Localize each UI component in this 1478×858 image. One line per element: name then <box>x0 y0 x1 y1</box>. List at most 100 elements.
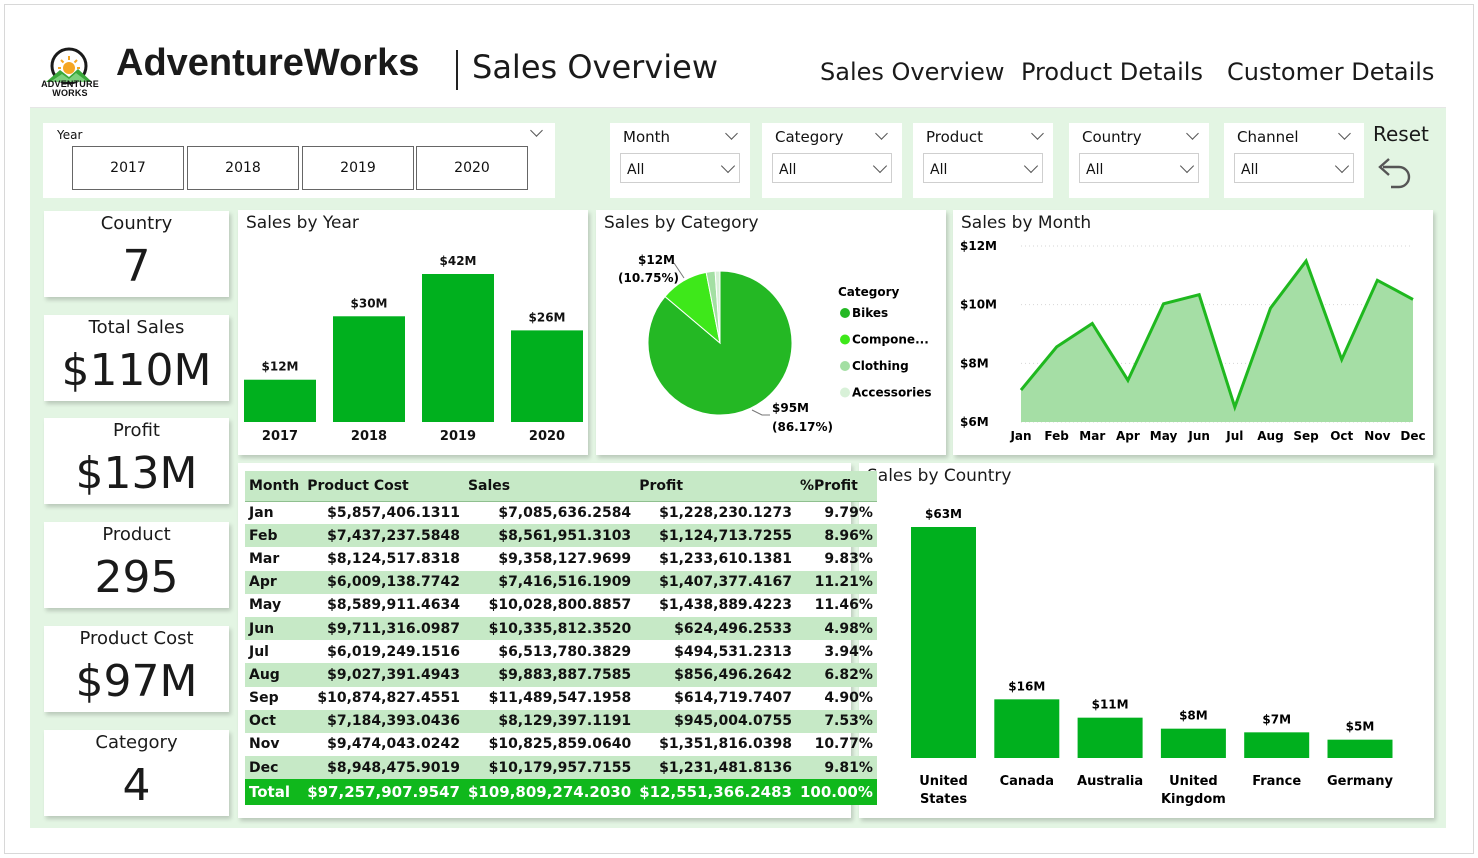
header-bar: ADVENTURE WORKS AdventureWorks Sales Ove… <box>30 30 1446 108</box>
nav-customer-details[interactable]: Customer Details <box>1227 58 1434 86</box>
table-cell: $8,129,397.1191 <box>463 709 636 733</box>
table-cell: $1,231,481.8136 <box>635 756 796 780</box>
column-header[interactable]: Sales <box>463 471 636 502</box>
table-cell: $945,004.0755 <box>635 709 796 733</box>
year-option-2019[interactable]: 2019 <box>302 146 414 190</box>
table-cell: $9,711,316.0987 <box>303 616 464 641</box>
kpi-label: Profit <box>113 420 160 441</box>
table-cell: Feb <box>245 524 304 548</box>
chevron-down-icon[interactable] <box>530 124 543 137</box>
table-cell: 4.90% <box>824 690 873 707</box>
year-option-2018[interactable]: 2018 <box>187 146 299 190</box>
column-header[interactable]: %Profit <box>795 471 877 502</box>
kpi-card-product-cost: Product Cost $97M <box>44 626 229 712</box>
x-tick-label: France <box>1252 774 1301 789</box>
month-dropdown[interactable]: All <box>620 153 740 183</box>
country-slicer-label: Country <box>1082 128 1142 146</box>
table-cell: $6,019,249.1516 <box>327 643 460 660</box>
legend-entry: Clothing <box>852 359 909 373</box>
channel-dropdown[interactable]: All <box>1234 153 1354 183</box>
x-tick-label: Canada <box>1000 774 1054 789</box>
x-tick-label: Oct <box>1330 429 1353 443</box>
table-cell: $109,809,274.2030 <box>463 779 636 806</box>
table-cell: $1,407,377.4167 <box>635 570 796 594</box>
kpi-value: $97M <box>75 656 198 707</box>
table-cell: $8,124,517.8318 <box>327 550 460 567</box>
chevron-down-icon[interactable] <box>875 127 888 140</box>
table-cell: $7,184,393.0436 <box>303 709 464 733</box>
x-tick-label: Germany <box>1327 774 1393 789</box>
table-cell: $9,027,391.4943 <box>303 663 464 687</box>
bar-data-label: $8M <box>1179 709 1208 723</box>
x-tick-label: Feb <box>1044 429 1069 443</box>
logo-text-line2: WORKS <box>52 88 88 98</box>
table-cell: $8,561,951.3103 <box>463 524 636 548</box>
category-dropdown[interactable]: All <box>772 153 892 183</box>
chevron-down-icon[interactable] <box>1031 127 1044 140</box>
x-tick-label: Jan <box>1009 429 1031 443</box>
column-header[interactable]: Profit <box>635 471 796 502</box>
column-header[interactable]: Product Cost <box>303 471 464 502</box>
column-header[interactable]: Month <box>245 471 304 502</box>
year-bar <box>511 330 583 422</box>
chevron-down-icon[interactable] <box>1186 127 1199 140</box>
table-cell: $6,009,138.7742 <box>303 570 464 594</box>
country-bar <box>994 699 1060 758</box>
x-tick-label: Apr <box>1116 429 1140 443</box>
product-dropdown[interactable]: All <box>923 153 1043 183</box>
legend-entry: Accessories <box>852 386 932 400</box>
chevron-down-icon <box>1334 158 1350 174</box>
category-slicer: Category All <box>762 123 902 198</box>
bar-data-label: $11M <box>1092 698 1129 712</box>
table-cell: 11.21% <box>795 570 877 594</box>
table-cell: $9,883,887.7585 <box>463 663 636 687</box>
country-bar <box>1244 732 1310 758</box>
table-row: Jul $6,019,249.1516 $6,513,780.3829 $494,53… <box>245 640 877 663</box>
chevron-down-icon[interactable] <box>725 127 738 140</box>
table-row: Feb $7,437,237.5848 $8,561,951.3103 $1,124,… <box>245 524 877 548</box>
country-bar <box>1160 728 1226 758</box>
kpi-card-profit: Profit $13M <box>44 418 229 504</box>
sales-by-country-plot: $63M United States $16M Canada $11M Australia $… <box>911 507 1393 807</box>
table-row: May $8,589,911.4634 $10,028,800.8857 $1,438… <box>245 594 877 617</box>
country-bar <box>911 527 976 758</box>
reset-button-label[interactable]: Reset <box>1373 122 1429 146</box>
chevron-down-icon <box>1179 158 1195 174</box>
kpi-value: 7 <box>122 241 151 292</box>
table-cell: Mar <box>249 550 280 567</box>
y-tick-label: $6M <box>960 415 989 429</box>
x-tick-label: 2017 <box>262 429 298 444</box>
kpi-label: Product Cost <box>79 628 194 649</box>
country-bar <box>1327 739 1393 758</box>
table-cell: $5,857,406.1311 <box>327 504 460 521</box>
month-dropdown-value: All <box>627 162 645 178</box>
table-cell: $1,124,713.7255 <box>635 524 796 548</box>
x-tick-label: May <box>1150 429 1178 443</box>
logo-text: ADVENTURE WORKS <box>36 80 104 98</box>
country-dropdown[interactable]: All <box>1079 153 1199 183</box>
chevron-down-icon[interactable] <box>1338 127 1351 140</box>
monthly-sales-table: Month Product Cost Sales Profit %Profit Jan $… <box>245 471 877 806</box>
year-option-2020[interactable]: 2020 <box>416 146 528 190</box>
table-cell: $10,825,859.0640 <box>488 736 632 753</box>
table-cell: 11.46% <box>814 597 873 614</box>
category-dropdown-value: All <box>779 162 797 178</box>
bar-data-label: $42M <box>440 254 477 268</box>
legend-marker <box>840 334 850 345</box>
x-tick-label: Mar <box>1079 429 1105 443</box>
table-cell: 4.98% <box>795 616 877 641</box>
leader-line <box>751 409 770 416</box>
category-slicer-label: Category <box>775 128 844 146</box>
table-cell: $7,437,237.5848 <box>303 524 464 548</box>
table-cell: $11,489,547.1958 <box>488 690 632 707</box>
table-cell: $10,874,827.4551 <box>317 690 460 707</box>
nav-sales-overview[interactable]: Sales Overview <box>820 58 1005 86</box>
undo-arrow-icon[interactable] <box>1373 153 1413 195</box>
nav-product-details[interactable]: Product Details <box>1021 58 1203 86</box>
kpi-value: 295 <box>94 552 179 603</box>
pie-data-label: (86.17%) <box>772 420 833 434</box>
table-cell: $7,085,636.2584 <box>498 504 632 521</box>
x-tick-label: Australia <box>1077 774 1143 789</box>
year-option-2017[interactable]: 2017 <box>72 146 184 190</box>
kpi-value: $110M <box>61 345 212 396</box>
